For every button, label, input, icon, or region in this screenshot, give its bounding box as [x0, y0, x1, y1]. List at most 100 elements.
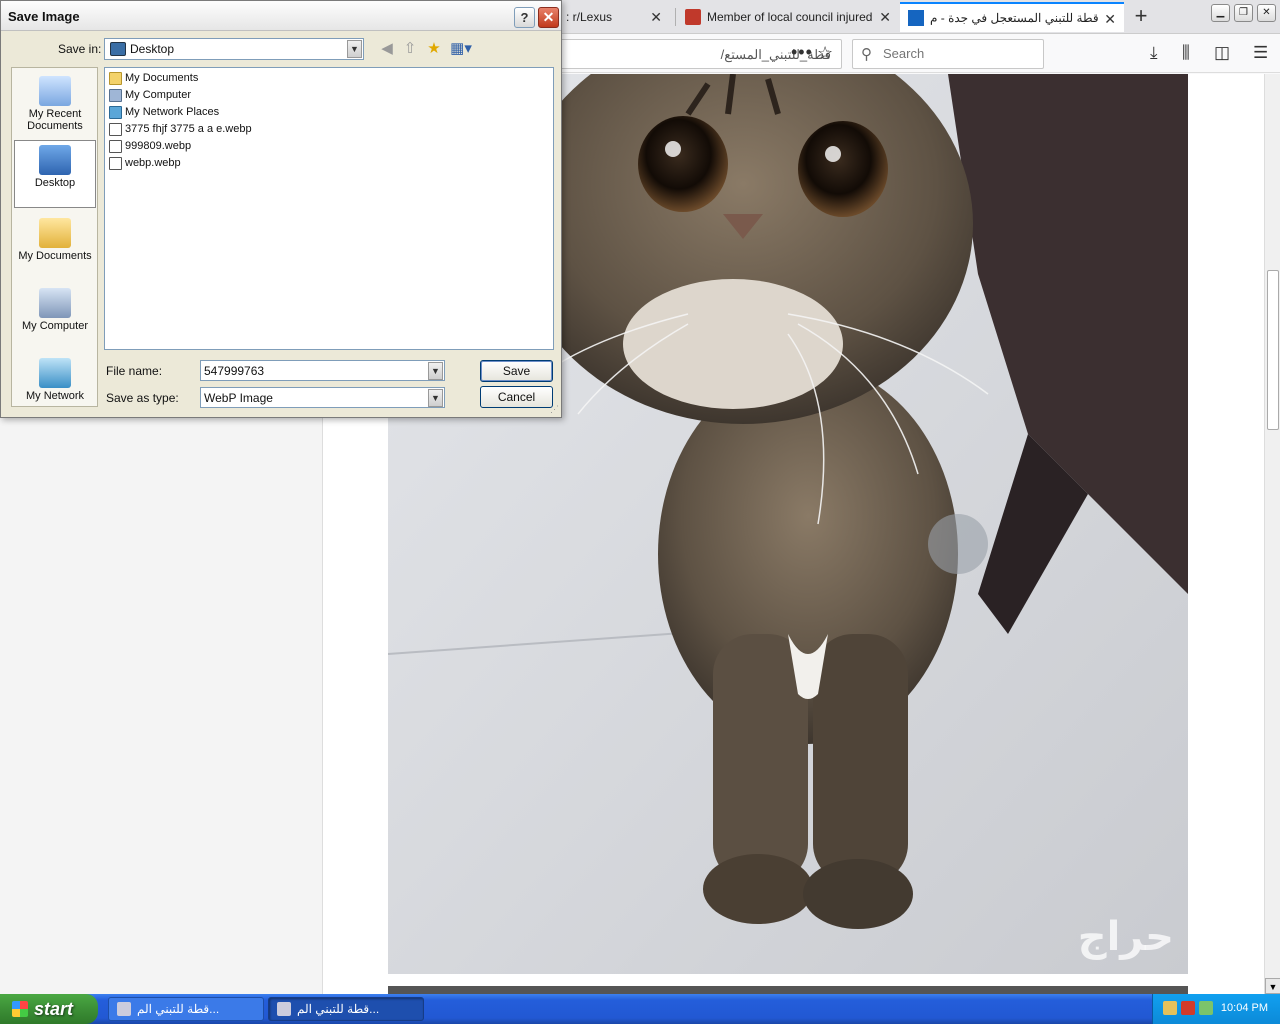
close-tab-icon[interactable]: ✕ — [879, 9, 891, 26]
taskbar: start قطة للتبني الم... قطة للتبني الم..… — [0, 994, 1280, 1024]
search-input[interactable] — [883, 46, 1033, 61]
back-icon[interactable]: ◀ — [378, 40, 396, 58]
page-actions-icon[interactable]: ••• — [791, 42, 813, 63]
tab-separator — [675, 8, 676, 26]
resize-grip-icon[interactable]: ⋰ — [550, 404, 559, 415]
place-label: My Network — [25, 390, 85, 402]
file-name-label: File name: — [106, 364, 163, 378]
firefox-icon — [117, 1002, 131, 1016]
news-favicon-icon — [685, 9, 701, 25]
my-network-icon — [39, 358, 71, 388]
security-shield-icon[interactable] — [1181, 1001, 1195, 1015]
tab-news[interactable]: Member of local council injured in a ✕ — [677, 2, 899, 32]
file-name-input[interactable] — [204, 364, 424, 378]
page-scrollbar[interactable]: ▼ — [1264, 74, 1280, 994]
place-my-network[interactable]: My Network — [14, 354, 96, 404]
file-name: webp.webp — [125, 157, 181, 169]
my-computer-icon — [39, 288, 71, 318]
file-name: My Documents — [125, 72, 199, 84]
file-name: My Computer — [125, 89, 192, 101]
firefox-icon — [277, 1002, 291, 1016]
computer-icon — [109, 88, 122, 102]
place-my-documents[interactable]: My Documents — [14, 214, 96, 278]
file-name: 999809.webp — [125, 140, 192, 152]
help-button[interactable]: ? — [514, 7, 535, 28]
file-item-webp-3[interactable]: webp.webp — [109, 155, 181, 171]
scroll-down-arrow-icon[interactable]: ▼ — [1265, 978, 1280, 994]
next-photo-strip — [388, 986, 1188, 994]
tab-label: Member of local council injured in a — [707, 10, 872, 24]
chevron-down-icon[interactable]: ▼ — [428, 389, 443, 407]
save-as-type-value: WebP Image — [204, 391, 273, 405]
file-item-my-network-places[interactable]: My Network Places — [109, 104, 219, 120]
save-as-type-dropdown[interactable]: WebP Image ▼ — [200, 387, 445, 408]
place-recent-documents[interactable]: My Recent Documents — [14, 72, 96, 136]
restore-button[interactable]: ❐ — [1234, 4, 1253, 22]
save-in-value: Desktop — [130, 42, 175, 56]
save-in-label: Save in: — [58, 42, 102, 56]
webp-file-icon — [109, 139, 122, 153]
desktop-icon — [110, 42, 126, 56]
up-folder-icon[interactable]: ⇧ — [401, 40, 419, 58]
save-in-dropdown[interactable]: Desktop ▼ — [104, 38, 364, 60]
file-item-my-computer[interactable]: My Computer — [109, 87, 191, 103]
close-tab-icon[interactable]: ✕ — [1104, 11, 1116, 28]
sidebar-icon[interactable]: ◫ — [1214, 43, 1230, 63]
place-label: My Documents — [18, 250, 92, 262]
chevron-down-icon[interactable]: ▼ — [347, 40, 362, 58]
clock: 10:04 PM — [1220, 1002, 1268, 1014]
bookmark-star-icon[interactable]: ☆ — [817, 43, 833, 64]
file-item-webp-2[interactable]: 999809.webp — [109, 138, 191, 154]
start-button[interactable]: start — [0, 994, 98, 1024]
taskbar-item-save-dialog[interactable]: قطة للتبني الم... — [268, 997, 424, 1021]
downloads-icon[interactable]: ⤓ — [1150, 43, 1158, 63]
file-list[interactable]: My Documents My Computer My Network Plac… — [104, 67, 554, 350]
webp-file-icon — [109, 122, 122, 136]
tab-label: h : r/Lexus — [556, 10, 613, 24]
place-desktop[interactable]: Desktop — [14, 140, 96, 208]
dialog-title-bar[interactable]: Save Image ? ✕ — [1, 1, 561, 31]
tray-app-icon[interactable] — [1163, 1001, 1177, 1015]
photo-watermark: حراج — [1077, 914, 1174, 960]
search-bar[interactable]: ⚲ — [852, 39, 1044, 69]
window-close-button[interactable]: ✕ — [1257, 4, 1276, 22]
library-icon[interactable]: ⫼ — [1182, 43, 1190, 63]
menu-icon[interactable]: ☰ — [1253, 43, 1268, 63]
tab-active-cat[interactable]: قطة للتبني المستعجل في جدة - م ✕ — [900, 2, 1124, 32]
taskbar-item-browser[interactable]: قطة للتبني الم... — [108, 997, 264, 1021]
new-tab-button[interactable]: + — [1128, 4, 1154, 30]
save-button[interactable]: Save — [480, 360, 553, 382]
desktop-icon — [39, 145, 71, 175]
file-item-webp-1[interactable]: 3775 fhjf 3775 a a e.webp — [109, 121, 252, 137]
recent-documents-icon — [39, 76, 71, 106]
url-bar[interactable]: قطة_للتبني_المستع/ ••• ☆ — [540, 39, 842, 69]
minimize-button[interactable]: ▁ — [1211, 4, 1230, 22]
webp-file-icon — [109, 156, 122, 170]
close-tab-icon[interactable]: ✕ — [650, 9, 662, 26]
windows-logo-icon — [12, 1001, 28, 1017]
chevron-down-icon[interactable]: ▼ — [428, 362, 443, 380]
start-label: start — [34, 998, 74, 1019]
cancel-button[interactable]: Cancel — [480, 386, 553, 408]
dialog-close-button[interactable]: ✕ — [538, 7, 559, 28]
system-tray: 10:04 PM — [1152, 994, 1280, 1024]
place-label: My Computer — [21, 320, 89, 332]
folder-icon — [109, 71, 122, 85]
tab-lexus[interactable]: h : r/Lexus ✕ — [548, 2, 670, 32]
new-folder-icon[interactable]: ★ — [425, 40, 443, 58]
file-name: My Network Places — [125, 106, 220, 118]
save-as-type-label: Save as type: — [106, 391, 179, 405]
place-label: Desktop — [34, 177, 76, 189]
views-menu-icon[interactable]: ▦▾ — [449, 40, 473, 58]
file-item-my-documents[interactable]: My Documents — [109, 70, 198, 86]
scrollbar-thumb[interactable] — [1267, 270, 1279, 430]
task-label: قطة للتبني الم... — [297, 1002, 380, 1016]
file-name-field[interactable]: ▼ — [200, 360, 445, 381]
my-documents-icon — [39, 218, 71, 248]
places-bar: My Recent Documents Desktop My Documents… — [11, 67, 98, 407]
task-label: قطة للتبني الم... — [137, 1002, 220, 1016]
place-my-computer[interactable]: My Computer — [14, 284, 96, 348]
dialog-title: Save Image — [8, 9, 80, 24]
network-status-icon[interactable] — [1199, 1001, 1213, 1015]
save-image-dialog: Save Image ? ✕ Save in: Desktop ▼ ◀ ⇧ ★ … — [0, 0, 562, 418]
